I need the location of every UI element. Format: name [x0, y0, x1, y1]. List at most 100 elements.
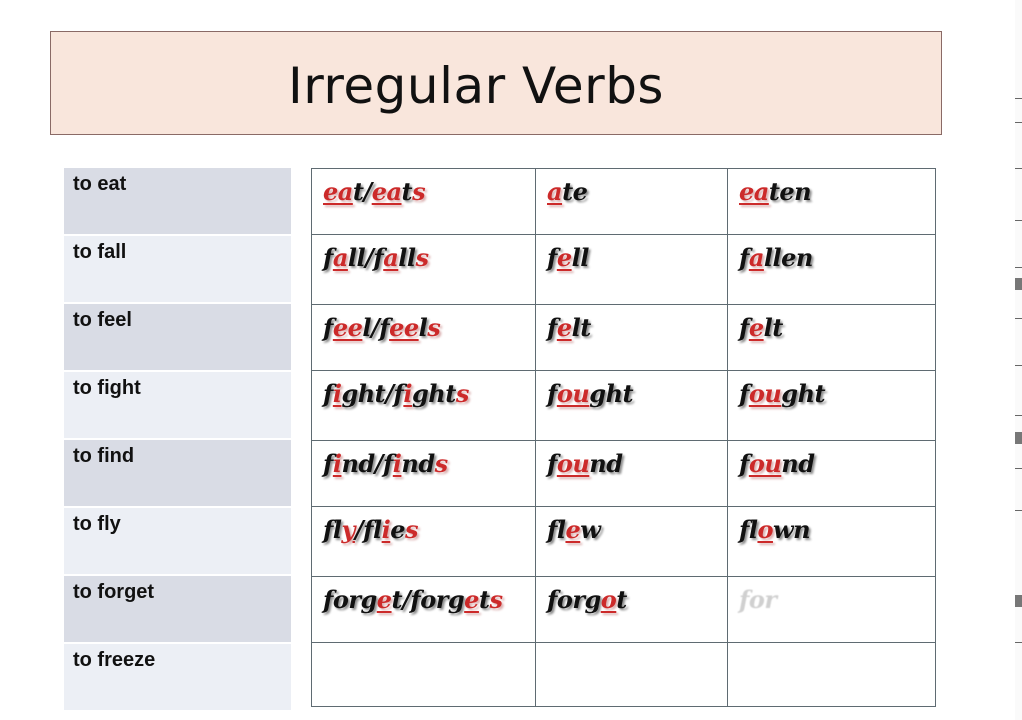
- infinitive-cell: to fight: [64, 372, 291, 438]
- ending-letter: s: [412, 177, 426, 206]
- divider: [1015, 365, 1022, 366]
- present-form-word: fall/falls: [323, 243, 429, 272]
- participle-form-word: for: [739, 585, 777, 614]
- divider: [1015, 468, 1022, 469]
- highlighted-letters: ee: [389, 313, 419, 342]
- past-form-word: flew: [547, 515, 601, 544]
- highlighted-letters: o: [600, 585, 617, 614]
- past-form-cell: forgot: [535, 576, 728, 643]
- past-form-cell: fell: [535, 234, 728, 305]
- word-segment: ght: [781, 379, 826, 408]
- word-segment: t/: [352, 177, 372, 206]
- word-segment: l: [418, 313, 428, 342]
- word-segment: wn: [772, 515, 811, 544]
- participle-form-word: felt: [739, 313, 783, 342]
- past-form-cell: felt: [535, 304, 728, 371]
- infinitive-cell: to freeze: [64, 644, 291, 710]
- word-segment: f: [323, 379, 333, 408]
- infinitive-column: to eat to fall to feel to fight to find …: [64, 168, 291, 712]
- infinitive-cell: to feel: [64, 304, 291, 370]
- past-form-word: felt: [547, 313, 591, 342]
- thumbnail-fragment: [1015, 278, 1022, 290]
- table-row: [311, 642, 936, 707]
- word-segment: ll: [571, 243, 590, 272]
- present-form-cell: find/finds: [311, 440, 536, 507]
- highlighted-letters: e: [748, 313, 764, 342]
- table-row: eat/eats ate eaten: [311, 168, 936, 235]
- word-segment: ll/f: [347, 243, 384, 272]
- participle-form-word: flown: [739, 515, 811, 544]
- thumbnail-fragment: [1015, 432, 1022, 444]
- past-form-cell: fought: [535, 370, 728, 441]
- word-segment: fl: [323, 515, 342, 544]
- word-segment: forg: [547, 585, 601, 614]
- word-segment: e: [390, 515, 406, 544]
- highlighted-letters: o: [757, 515, 773, 544]
- highlighted-letters: ou: [556, 449, 590, 478]
- highlighted-letters: a: [332, 243, 349, 272]
- word-segment: f: [739, 243, 749, 272]
- highlighted-letters: ea: [323, 177, 353, 206]
- ending-letter: s: [455, 379, 470, 408]
- participle-form-word: fought: [739, 379, 826, 408]
- present-form-word: forget/forgets: [323, 585, 503, 614]
- page-title: Irregular Verbs: [288, 57, 664, 115]
- participle-form-cell: [727, 642, 936, 707]
- highlighted-letters: e: [556, 313, 572, 342]
- present-form-cell: eat/eats: [311, 168, 536, 235]
- table-row: fight/fights fought fought: [311, 370, 936, 441]
- divider: [1015, 168, 1022, 169]
- present-form-word: feel/feels: [323, 313, 441, 342]
- participle-form-word: fallen: [739, 243, 813, 272]
- word-segment: f: [739, 379, 749, 408]
- participle-form-word: eaten: [739, 177, 812, 206]
- word-segment: lt: [571, 313, 592, 342]
- past-form-word: ate: [547, 177, 588, 206]
- thumbnail-fragment: [1015, 595, 1022, 607]
- present-form-cell: fight/fights: [311, 370, 536, 441]
- highlighted-letters: e: [376, 585, 392, 614]
- divider: [1015, 267, 1022, 268]
- word-segment: ght: [411, 379, 456, 408]
- highlighted-letters: ou: [556, 379, 590, 408]
- ending-letter: s: [434, 449, 449, 478]
- past-form-cell: ate: [535, 168, 728, 235]
- table-row: fly/flies flew flown: [311, 506, 936, 577]
- infinitive-cell: to fly: [64, 508, 291, 574]
- word-segment: fl: [547, 515, 566, 544]
- past-form-cell: flew: [535, 506, 728, 577]
- participle-form-cell: for: [727, 576, 936, 643]
- word-segment: ten: [768, 177, 812, 206]
- divider: [1015, 220, 1022, 221]
- verb-forms-table: eat/eats ate eaten fall/falls fell fallen feel…: [311, 168, 936, 707]
- participle-form-word: found: [739, 449, 815, 478]
- table-row: forget/forgets forgot for: [311, 576, 936, 643]
- past-form-word: fell: [547, 243, 589, 272]
- participle-form-cell: felt: [727, 304, 936, 371]
- participle-form-cell: fought: [727, 370, 936, 441]
- word-segment: f: [323, 313, 333, 342]
- word-segment: f: [739, 449, 749, 478]
- table-row: feel/feels felt felt: [311, 304, 936, 371]
- word-segment: f: [547, 379, 557, 408]
- ending-letter: s: [489, 585, 504, 614]
- present-form-word: find/finds: [323, 449, 448, 478]
- highlighted-letters: a: [748, 243, 765, 272]
- divider: [1015, 318, 1022, 319]
- word-segment: ght/f: [341, 379, 404, 408]
- table-row: fall/falls fell fallen: [311, 234, 936, 305]
- past-form-word: found: [547, 449, 623, 478]
- word-segment: fl: [739, 515, 758, 544]
- word-segment: nd/f: [341, 449, 393, 478]
- highlighted-letters: a: [547, 177, 563, 206]
- word-segment: f: [739, 313, 749, 342]
- present-form-cell: fall/falls: [311, 234, 536, 305]
- next-slide-preview[interactable]: [1015, 0, 1022, 720]
- word-segment: /fl: [354, 515, 382, 544]
- word-segment: f: [547, 243, 557, 272]
- infinitive-cell: to fall: [64, 236, 291, 302]
- highlighted-letters: e: [464, 585, 479, 614]
- word-segment: f: [323, 449, 333, 478]
- present-form-word: fly/flies: [323, 515, 419, 544]
- word-segment: ght: [589, 379, 634, 408]
